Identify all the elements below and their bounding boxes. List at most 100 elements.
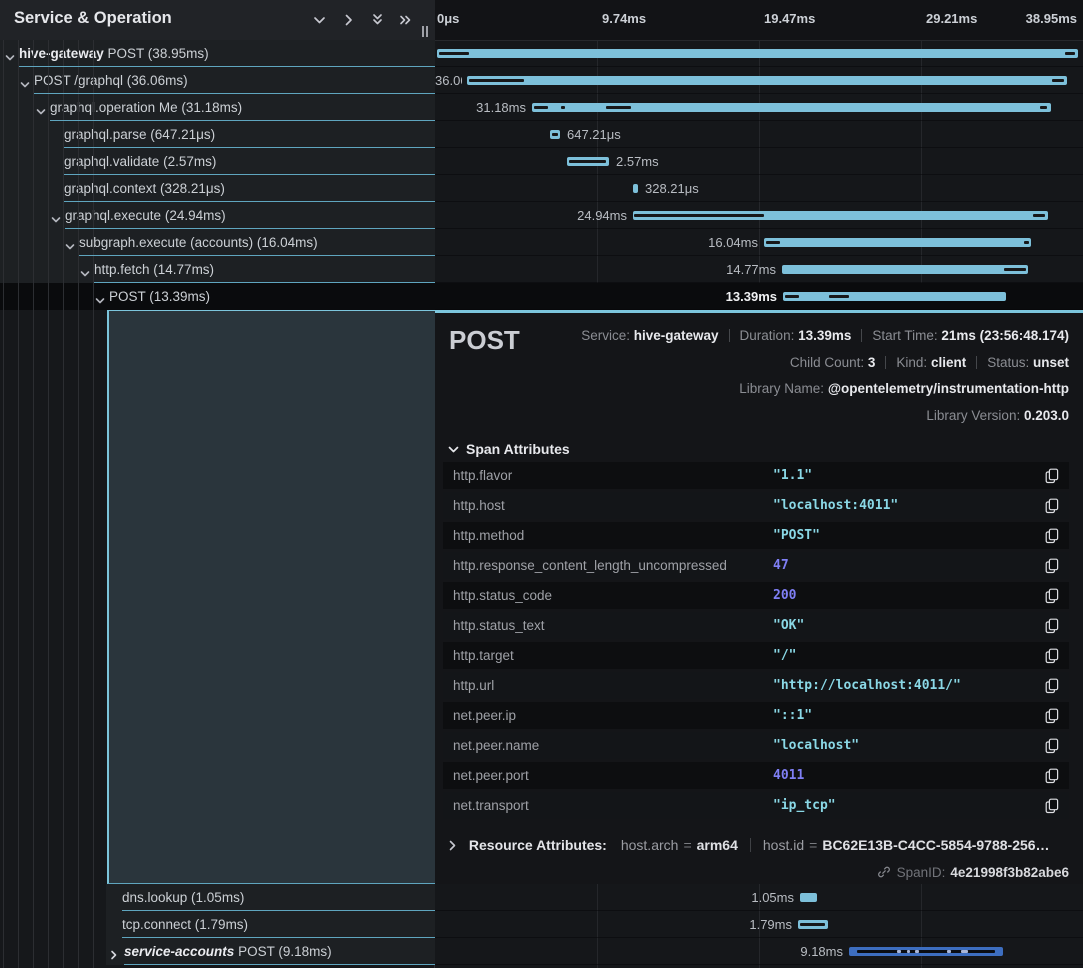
span-attributes-toggle[interactable]: Span Attributes — [448, 441, 570, 457]
bar-notch — [1052, 79, 1064, 82]
link-icon[interactable] — [877, 865, 891, 879]
bar-notch — [857, 950, 995, 953]
span-tree-row[interactable]: POST /graphql (36.06ms) — [0, 67, 435, 94]
span-timeline-row[interactable] — [435, 40, 1083, 67]
span-row-border — [65, 228, 435, 229]
chevrons-right-icon[interactable] — [398, 13, 414, 27]
ruler-tick: 19.47ms — [764, 11, 815, 26]
chevron-down-icon[interactable] — [95, 292, 105, 310]
span-duration-bar[interactable] — [467, 76, 1067, 85]
span-duration-bar[interactable] — [633, 211, 1048, 220]
chevron-down-icon[interactable] — [20, 76, 30, 94]
span-row-label: tcp.connect (1.79ms) — [122, 911, 248, 938]
span-tree-row[interactable]: graphql.parse (647.21μs) — [0, 121, 435, 148]
chevron-down-icon[interactable] — [80, 265, 90, 283]
attribute-row: net.transport"ip_tcp" — [443, 792, 1069, 819]
bar-notch — [469, 79, 524, 82]
copy-icon[interactable] — [1045, 558, 1059, 574]
copy-icon[interactable] — [1045, 588, 1059, 604]
chevron-down-icon[interactable] — [312, 13, 328, 27]
span-row-label: graphql.execute (24.94ms) — [65, 202, 226, 229]
attribute-key: http.target — [453, 642, 514, 669]
span-timeline-row[interactable]: 9.18ms — [435, 938, 1083, 965]
span-duration-bar[interactable] — [567, 157, 609, 166]
span-tree-row[interactable]: POST (13.39ms) — [0, 283, 435, 310]
ruler-tick: 0μs — [437, 11, 459, 26]
bar-notch — [552, 133, 558, 136]
span-duration-bar[interactable] — [782, 265, 1028, 274]
bar-notch — [897, 950, 901, 953]
span-duration-bar[interactable] — [532, 103, 1051, 112]
indent-guide — [63, 40, 64, 968]
span-tree-row[interactable]: service-accounts POST (9.18ms) — [106, 938, 435, 965]
chevron-down-icon[interactable] — [65, 238, 75, 256]
span-tree-row[interactable]: hive-gateway POST (38.95ms) — [0, 40, 435, 67]
span-timeline-row[interactable]: 647.21μs — [435, 121, 1083, 148]
bar-notch — [800, 923, 825, 926]
span-timeline-row[interactable]: 24.94ms — [435, 202, 1083, 229]
span-timeline-row[interactable]: 14.77ms — [435, 256, 1083, 283]
span-row-border — [64, 201, 435, 202]
chevrons-down-icon[interactable] — [370, 13, 386, 27]
chevron-right-icon[interactable] — [110, 947, 118, 965]
attribute-value: 4011 — [773, 762, 804, 789]
span-timeline-row[interactable]: 16.04ms — [435, 229, 1083, 256]
resource-attributes-row[interactable]: Resource Attributes:host.arch=arm64host.… — [448, 837, 1050, 853]
span-duration-bar[interactable] — [764, 238, 1031, 247]
bar-duration-label: 31.18ms — [435, 94, 526, 121]
span-duration-bar[interactable] — [849, 947, 1003, 956]
copy-icon[interactable] — [1045, 768, 1059, 784]
span-tree-row[interactable]: dns.lookup (1.05ms) — [106, 884, 435, 911]
bar-notch — [1024, 241, 1029, 244]
span-tree-row[interactable]: graphql.validate (2.57ms) — [0, 148, 435, 175]
chevron-down-icon[interactable] — [5, 49, 15, 67]
span-row-border — [64, 147, 435, 148]
attribute-key: net.peer.port — [453, 762, 529, 789]
span-tree-row[interactable]: http.fetch (14.77ms) — [0, 256, 435, 283]
span-tree-row[interactable]: graphql.context (328.21μs) — [0, 175, 435, 202]
span-duration-bar[interactable] — [783, 292, 1006, 301]
span-tree-row[interactable]: graphql.operation Me (31.18ms) — [0, 94, 435, 121]
span-duration-bar[interactable] — [633, 184, 638, 193]
chevron-down-icon[interactable] — [36, 103, 46, 121]
span-timeline-row[interactable]: 1.05ms — [435, 884, 1083, 911]
copy-icon[interactable] — [1045, 708, 1059, 724]
copy-icon[interactable] — [1045, 468, 1059, 484]
column-resize-handle[interactable] — [420, 24, 432, 37]
copy-icon[interactable] — [1045, 678, 1059, 694]
span-timeline-row[interactable]: 13.39ms — [435, 283, 1083, 310]
bar-duration-label: 36.06ms — [435, 67, 462, 94]
attribute-key: net.peer.name — [453, 732, 539, 759]
bar-notch — [561, 106, 565, 109]
attribute-value: 47 — [773, 552, 789, 579]
span-duration-bar[interactable] — [800, 893, 817, 902]
bar-duration-label: 13.39ms — [435, 283, 777, 310]
chevron-down-icon[interactable] — [51, 211, 61, 229]
indent-guide — [3, 40, 4, 968]
copy-icon[interactable] — [1045, 798, 1059, 814]
span-timeline-row[interactable]: 31.18ms — [435, 94, 1083, 121]
chevron-right-icon[interactable] — [341, 13, 357, 27]
span-tree-row[interactable]: graphql.execute (24.94ms) — [0, 202, 435, 229]
copy-icon[interactable] — [1045, 648, 1059, 664]
span-row-label: graphql.context (328.21μs) — [64, 175, 225, 202]
copy-icon[interactable] — [1045, 528, 1059, 544]
span-duration-bar[interactable] — [798, 920, 828, 929]
span-duration-bar[interactable] — [550, 130, 560, 139]
bar-notch — [569, 160, 606, 163]
timeline-ruler: 0μs9.74ms19.47ms29.21ms38.95ms — [435, 0, 1083, 41]
span-timeline-row[interactable]: 2.57ms — [435, 148, 1083, 175]
span-timeline-row[interactable]: 36.06ms — [435, 67, 1083, 94]
span-timeline-row[interactable]: 1.79ms — [435, 911, 1083, 938]
attribute-row: http.status_code200 — [443, 582, 1069, 609]
attribute-value: 200 — [773, 582, 796, 609]
span-tree-row[interactable]: tcp.connect (1.79ms) — [106, 911, 435, 938]
span-tree-row[interactable]: subgraph.execute (accounts) (16.04ms) — [0, 229, 435, 256]
copy-icon[interactable] — [1045, 498, 1059, 514]
copy-icon[interactable] — [1045, 618, 1059, 634]
copy-icon[interactable] — [1045, 738, 1059, 754]
chevron-right-icon — [448, 840, 457, 851]
span-timeline-row[interactable]: 328.21μs — [435, 175, 1083, 202]
span-duration-bar[interactable] — [437, 49, 1078, 58]
bar-notch — [785, 295, 799, 298]
